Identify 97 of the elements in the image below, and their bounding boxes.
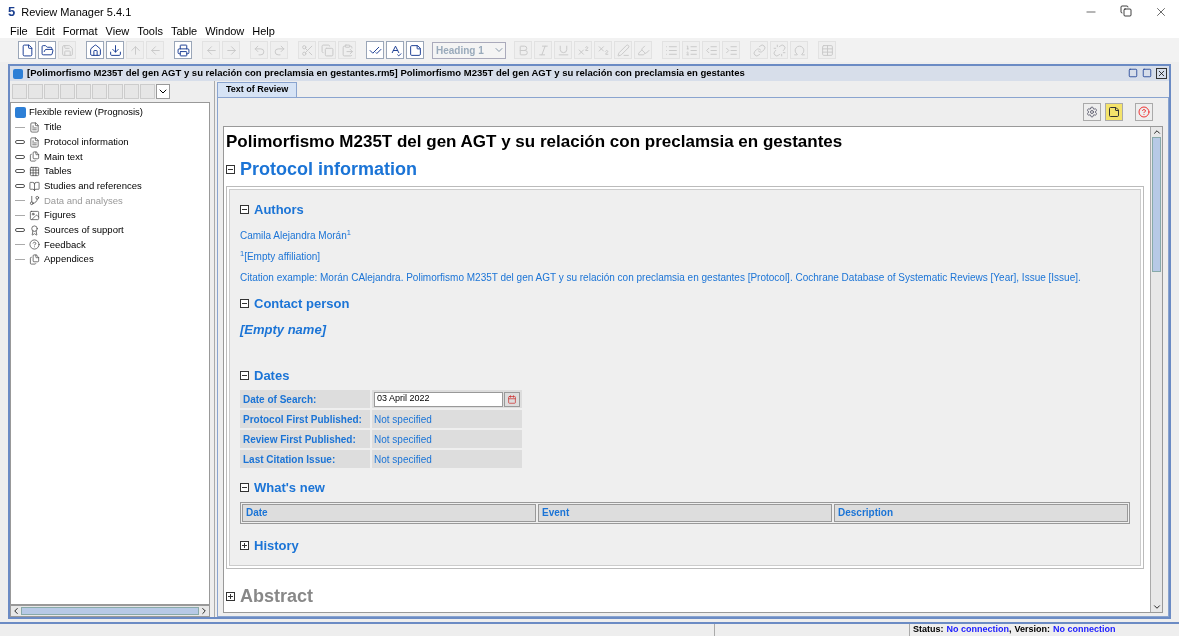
close-frame-icon[interactable] [1156,68,1167,79]
pages-icon [29,254,40,266]
home-icon[interactable] [86,41,104,59]
version-label: Version: [1014,623,1051,636]
scroll-right-icon[interactable] [199,606,209,616]
date-value: Not specified [374,452,432,467]
tab[interactable]: Text of Review [217,82,298,97]
pages-icon [29,151,40,163]
collapse-icon[interactable] [240,205,249,215]
tree-handle-icon[interactable] [15,154,25,159]
book-icon [29,180,40,192]
badge-icon [29,224,40,236]
tree-root[interactable]: Flexible review (Prognosis) [29,105,144,120]
menu-item[interactable]: Help [252,25,275,37]
new-file-icon[interactable] [18,41,36,59]
dropdown-caret-icon[interactable] [156,84,170,99]
note-icon[interactable] [406,41,424,59]
date-field[interactable]: 03 April 2022 [374,391,503,407]
expand-icon[interactable] [226,592,235,601]
date-value: Not specified [374,412,432,427]
scroll-thumb[interactable] [21,607,199,615]
menu-item[interactable]: Tools [137,25,163,37]
menu-item[interactable]: File [10,25,28,37]
status-label: Status: [913,623,944,636]
column-header: Event [538,503,832,522]
review-title: Polimorfismo M235T del gen AGT y su relación con preclamsia en gestantes [226,131,844,153]
spell-check-icon[interactable] [386,41,404,59]
table-icon [29,165,40,177]
section-heading: What's new [254,479,325,497]
date-label: Date of Search: [240,390,370,408]
question-bubble-icon [29,239,40,251]
branch-icon [29,195,40,207]
tree-handle-icon[interactable] [15,228,25,233]
date-value: Not specified [374,432,432,447]
tree-item[interactable]: Studies and references [44,178,142,194]
tree-item[interactable]: Sources of support [44,223,124,238]
help-icon[interactable] [1135,103,1153,121]
tree-item[interactable]: Protocol information [44,134,129,150]
note-icon[interactable] [1105,103,1123,121]
horizontal-scrollbar[interactable] [10,605,210,617]
scroll-down-icon[interactable] [1151,602,1162,612]
collapse-icon[interactable] [240,298,249,308]
minimize-frame-icon[interactable] [1128,68,1138,78]
tree-item[interactable]: Figures [44,208,76,223]
tree-handle-icon[interactable] [15,184,25,189]
expand-icon[interactable] [240,540,249,550]
tree-item[interactable]: Appendices [44,252,94,267]
print-icon[interactable] [174,41,192,59]
section-heading: Protocol information [240,158,417,181]
app-logo: 5 [8,3,16,22]
restore-icon[interactable] [1120,5,1132,17]
collapse-icon[interactable] [226,165,235,174]
close-icon[interactable] [1154,5,1168,19]
page-icon [29,121,40,133]
scroll-thumb[interactable] [1152,137,1161,272]
import-icon[interactable] [106,41,124,59]
date-label: Protocol First Published: [240,410,370,428]
tree-handle-icon[interactable] [15,169,25,174]
tree-item[interactable]: Main text [44,149,83,164]
picture-icon [29,209,40,221]
menu-item[interactable]: Format [62,25,98,37]
menu-item[interactable]: Window [205,25,245,37]
menu-item[interactable]: Edit [35,25,55,37]
tree-item[interactable]: Title [44,120,62,135]
document-title: [Polimorfismo M235T del gen AGT y su relación con preclamsia en gestantes.rm5] Polimorfismo M235T del gen AGT y su relación con preclamsia en gestantes [27,66,745,81]
scroll-left-icon[interactable] [11,606,21,616]
scroll-up-icon[interactable] [1151,127,1162,137]
contact-name[interactable]: [Empty name] [240,320,1130,340]
tree-item[interactable]: Tables [44,164,72,179]
date-label: Review First Published: [240,430,370,448]
vertical-scrollbar[interactable] [1150,127,1162,612]
date-label: Last Citation Issue: [240,450,370,468]
section-heading: Dates [254,366,290,385]
menu-item[interactable]: Table [170,25,198,37]
open-folder-icon[interactable] [38,41,56,59]
status-value: No connection [946,623,1009,636]
calendar-icon[interactable] [504,391,520,407]
collapse-icon[interactable] [240,370,249,380]
window-title: Review Manager 5.4.1 [21,4,132,20]
gears-icon[interactable] [1083,103,1101,121]
tree-handle-icon[interactable] [15,140,25,145]
section-heading: Abstract [240,585,314,608]
tree-item[interactable]: Feedback [44,237,86,252]
maximize-frame-icon[interactable] [1142,68,1152,78]
section-heading: History [254,536,299,555]
status-separator: , [1009,623,1012,636]
column-header: Date [242,503,536,522]
section-heading: Authors [254,201,304,219]
collapse-icon[interactable] [240,483,249,493]
column-header: Description [834,503,1128,522]
author-name[interactable]: Camila Alejandra Morán$^{1}$ [240,227,1130,243]
section-heading: Contact person [254,294,350,313]
menu-item[interactable]: View [105,25,130,37]
check-icon[interactable] [366,41,384,59]
version-value: No connection [1053,623,1116,636]
citation-example: Citation example: Morán CAlejandra. Polimorfismo M235T del gen AGT y su relación con preclamsia en gestantes [Protocol]. Cochrane Database of Systematic Reviews [Year], Issue [Issue]. [240,270,1082,285]
affiliation[interactable]: $^{1}$[Empty affiliation] [240,248,1130,264]
